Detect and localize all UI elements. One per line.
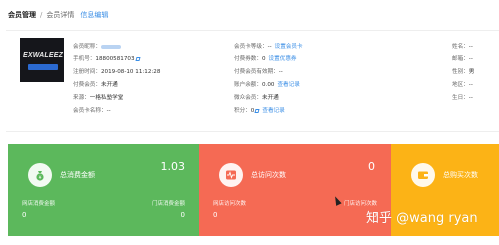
field-coupons: 付费券数：0 设置优惠券 — [234, 56, 297, 62]
member-avatar: EXWALEEZ — [20, 38, 64, 82]
points-records-link[interactable]: 查看记录 — [262, 108, 284, 114]
total-visits-panel: 总访问次数 0 网店访问次数 门店访问次数 0 0 — [199, 144, 391, 236]
panel-title: 总消费金额 — [60, 171, 95, 179]
field-region: 地区：-- — [452, 82, 473, 88]
breadcrumb-separator: / — [40, 11, 43, 19]
field-points: 积分：0 查看记录 — [234, 108, 285, 114]
heartbeat-icon — [219, 163, 243, 187]
field-paid-validity: 付费会员有效期：-- — [234, 69, 283, 75]
watermark: 知乎 @wang ryan — [366, 211, 478, 226]
blurred-nickname — [100, 44, 121, 49]
money-bag-icon: ¥ — [28, 163, 52, 187]
panel-sub-label: 网店访问次数 — [213, 201, 247, 207]
field-paid-member: 付费会员：未开通 — [73, 82, 118, 88]
set-card-link[interactable]: 设置会员卡 — [275, 44, 303, 50]
wallet-icon — [411, 163, 435, 187]
logo-text: EXWALEEZ — [23, 52, 64, 59]
total-spend-panel: ¥ 总消费金额 1.03 网店消费金额 门店消费金额 0 0 — [8, 144, 199, 236]
field-card-level: 会员卡等级：-- 设置会员卡 — [234, 44, 303, 50]
panel-sub-value: 0 — [213, 211, 218, 219]
panel-value: 0 — [368, 160, 375, 173]
panel-sub-value: 0 — [22, 211, 27, 219]
field-nickname: 会员昵称： — [73, 43, 121, 51]
panel-sub-value: 0 — [180, 211, 185, 219]
balance-records-link[interactable]: 查看记录 — [277, 82, 299, 88]
panel-sub-label: 门店访问次数 — [343, 201, 377, 207]
field-register-time: 注册时间：2019-08-10 11:12:28 — [73, 69, 161, 75]
field-weizhong: 微众会员：未开通 — [234, 95, 279, 101]
breadcrumb-root[interactable]: 会员管理 — [8, 11, 36, 19]
panel-sub-label: 门店消费金额 — [151, 201, 185, 207]
panel-title: 总购买次数 — [443, 171, 478, 179]
panel-title: 总访问次数 — [251, 171, 286, 179]
panel-sub-label: 网店消费金额 — [22, 201, 56, 207]
breadcrumb-current: 会员详情 — [46, 11, 75, 19]
field-birthday: 生日：-- — [452, 95, 473, 101]
field-name: 姓名：-- — [452, 44, 473, 50]
edit-icon[interactable] — [254, 108, 260, 113]
member-info-card: EXWALEEZ 会员昵称： 手机号：18800581703 注册时间：2019… — [6, 30, 499, 132]
logo-subtitle-bar — [28, 64, 58, 70]
field-source: 来源：一格私塾学堂 — [73, 95, 124, 101]
breadcrumb: 会员管理 / 会员详情 信息编辑 — [8, 10, 108, 20]
field-phone: 手机号：18800581703 — [73, 55, 141, 63]
field-gender: 性别：男 — [452, 69, 475, 75]
field-card-name: 会员卡名称：-- — [73, 108, 111, 114]
svg-text:¥: ¥ — [39, 175, 42, 181]
panel-value: 1.03 — [160, 160, 186, 173]
field-balance: 账户余额：0.00 查看记录 — [234, 82, 300, 88]
edit-info-link[interactable]: 信息编辑 — [80, 11, 108, 19]
field-email: 邮箱：-- — [452, 56, 473, 62]
set-coupon-link[interactable]: 设置优惠券 — [269, 56, 297, 62]
edit-icon[interactable] — [135, 56, 141, 61]
